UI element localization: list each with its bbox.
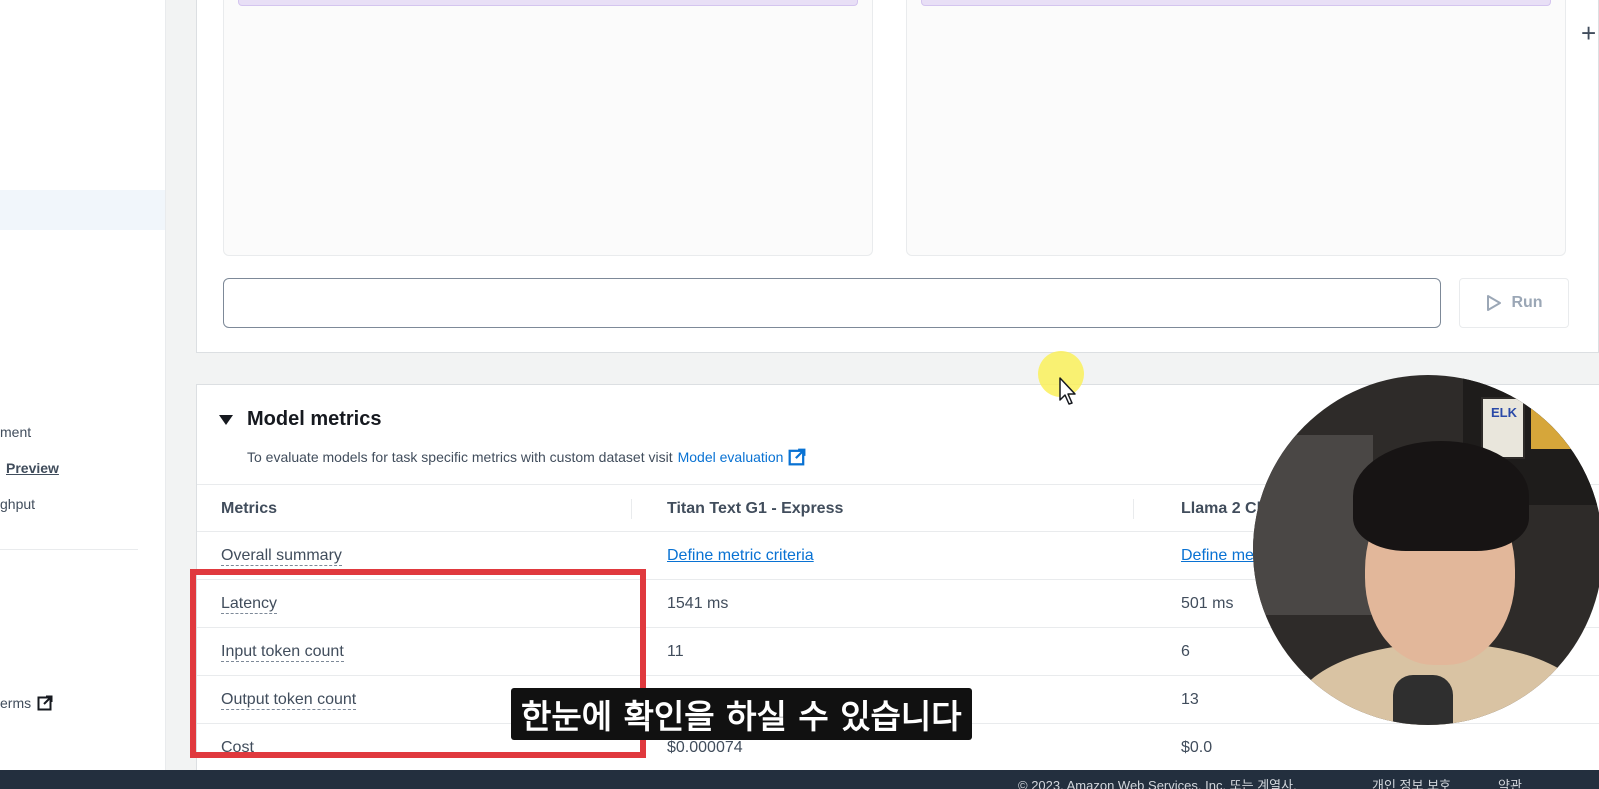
metric-value: $0.000074: [667, 739, 743, 756]
footer-privacy-link[interactable]: 개인 정보 보호: [1372, 775, 1451, 789]
response-bubble: [921, 0, 1551, 6]
run-button[interactable]: Run: [1459, 278, 1569, 328]
nav-item-terms[interactable]: erms: [0, 695, 53, 711]
model-evaluation-link[interactable]: Model evaluation: [678, 449, 784, 465]
metric-value: 11: [667, 643, 684, 660]
nav-section-label: ment: [0, 424, 32, 440]
metric-value: 6: [1181, 643, 1190, 660]
nav-item-throughput[interactable]: ghput: [0, 496, 35, 512]
nav-preview-link[interactable]: Preview: [6, 460, 59, 476]
video-subtitle: 한눈에 확인을 하실 수 있습니다: [511, 688, 972, 740]
collapse-caret-icon[interactable]: [219, 415, 233, 425]
nav-active-highlight: [0, 190, 165, 230]
metrics-description-text: To evaluate models for task specific met…: [247, 449, 673, 465]
external-link-icon: [37, 695, 53, 711]
add-model-icon[interactable]: +: [1581, 18, 1599, 48]
column-header-model-1: Titan Text G1 - Express: [667, 500, 844, 517]
nav-terms-label: erms: [0, 695, 32, 711]
model-response-pane-2: [906, 0, 1566, 256]
console-footer: © 2023, Amazon Web Services, Inc. 또는 계열사…: [0, 770, 1599, 789]
metrics-title: Model metrics: [247, 408, 382, 430]
footer-terms-link[interactable]: 약관: [1498, 775, 1522, 789]
nav-divider: [0, 549, 138, 550]
metrics-description: To evaluate models for task specific met…: [247, 448, 806, 466]
side-navigation: ment Preview ghput erms: [0, 0, 166, 770]
presenter-hair: [1353, 441, 1529, 551]
response-bubble: [238, 0, 858, 6]
webcam-background-box: [1531, 389, 1571, 449]
microphone: [1393, 675, 1453, 725]
mouse-pointer-icon: [1059, 377, 1076, 405]
metric-value: 1541 ms: [667, 595, 729, 612]
metric-name[interactable]: Overall summary: [221, 547, 342, 566]
playground-card: + Run: [196, 0, 1599, 353]
column-header-metrics: Metrics: [221, 500, 278, 517]
define-metric-criteria-link[interactable]: Define metric criteria: [667, 547, 814, 565]
run-label: Run: [1511, 294, 1543, 311]
column-separator: [631, 499, 632, 519]
footer-copyright: © 2023, Amazon Web Services, Inc. 또는 계열사…: [1018, 778, 1297, 789]
webcam-poster-text: ELK: [1491, 405, 1517, 420]
external-link-icon[interactable]: [788, 448, 806, 466]
play-icon: [1487, 295, 1502, 311]
webcam-overlay: ELK: [1253, 375, 1599, 725]
model-response-pane-1: [223, 0, 873, 256]
metric-value: $0.0: [1181, 739, 1213, 756]
metric-value: 501 ms: [1181, 595, 1234, 612]
metric-value: 13: [1181, 691, 1199, 708]
prompt-input[interactable]: [223, 278, 1441, 328]
column-separator: [1133, 499, 1134, 519]
